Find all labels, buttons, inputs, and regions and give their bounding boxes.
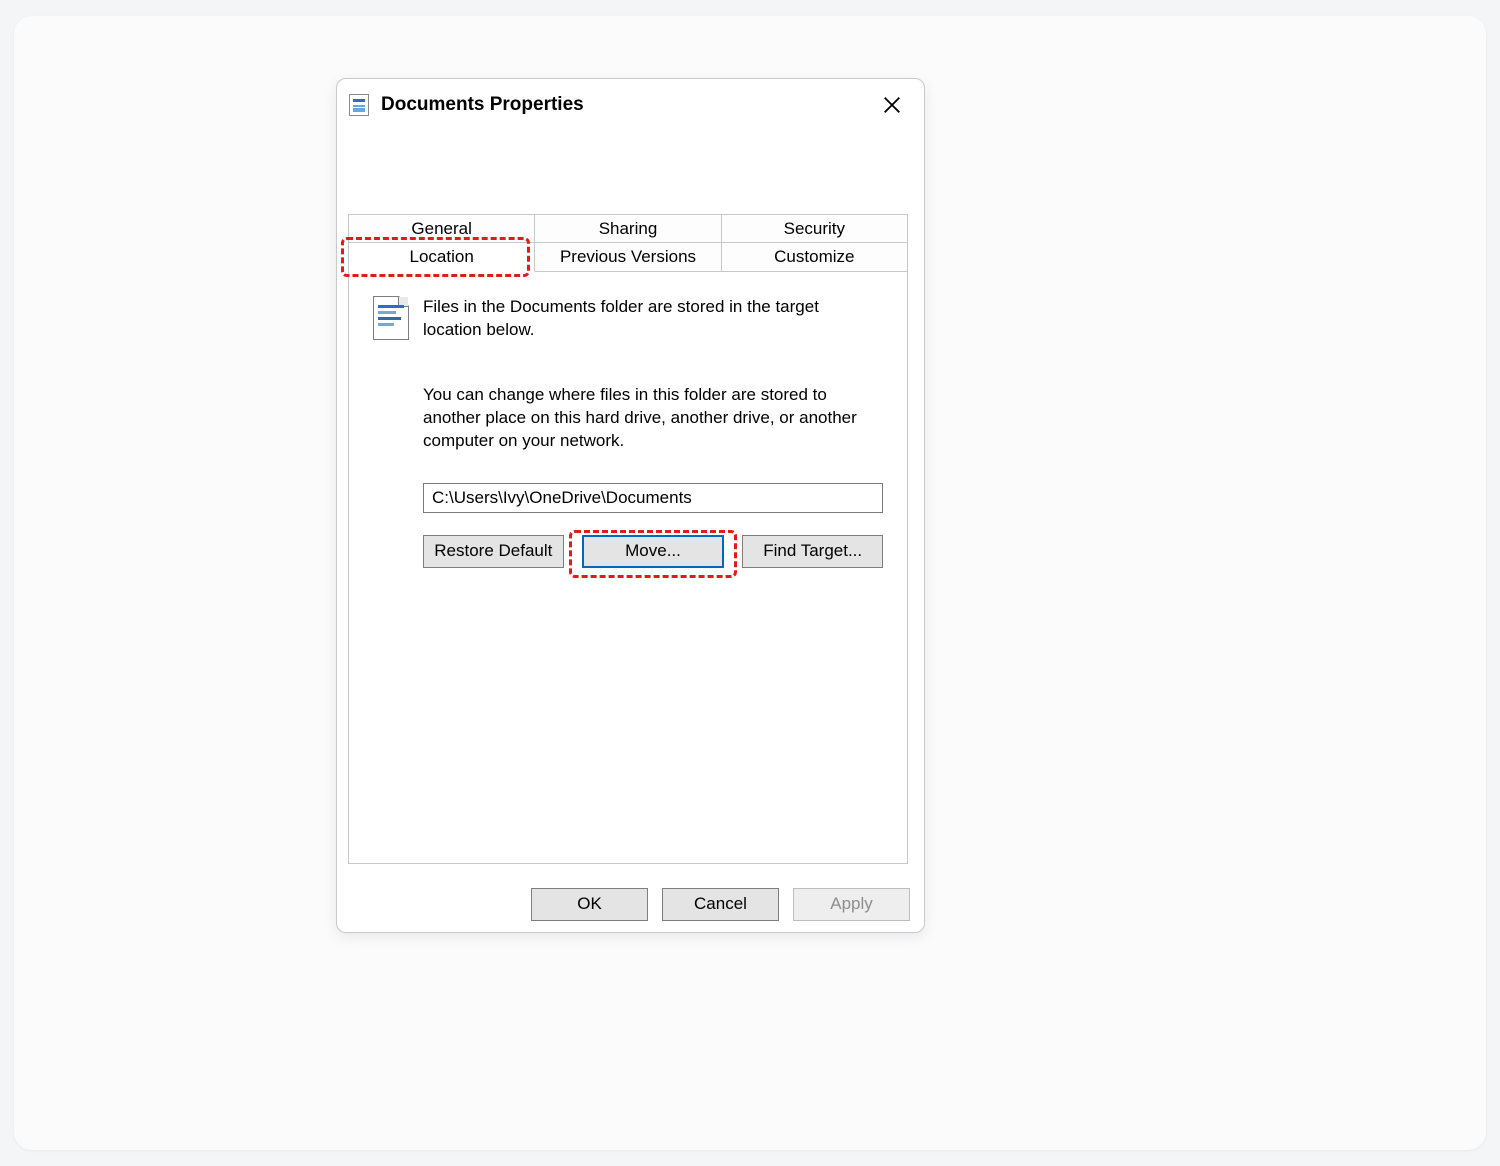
move-button[interactable]: Move... <box>582 535 725 568</box>
close-icon <box>883 96 901 114</box>
tab-sharing[interactable]: Sharing <box>535 214 721 243</box>
document-icon <box>373 296 409 340</box>
restore-default-button[interactable]: Restore Default <box>423 535 564 568</box>
tab-previous-versions[interactable]: Previous Versions <box>535 243 721 272</box>
tab-location[interactable]: Location <box>348 243 535 272</box>
tab-general[interactable]: General <box>348 214 535 243</box>
location-button-row: Restore Default Move... Find Target... <box>423 535 883 568</box>
window-title: Documents Properties <box>381 94 584 116</box>
apply-button: Apply <box>793 888 910 921</box>
document-system-icon <box>349 94 369 116</box>
tab-strip: General Sharing Security Location Previo… <box>348 214 908 272</box>
tab-security[interactable]: Security <box>722 214 908 243</box>
find-target-button[interactable]: Find Target... <box>742 535 883 568</box>
close-button[interactable] <box>872 85 912 125</box>
stage-background: Documents Properties General Sharing Sec… <box>14 16 1486 1150</box>
properties-dialog: Documents Properties General Sharing Sec… <box>336 78 925 933</box>
description-text-1: Files in the Documents folder are stored… <box>423 296 863 342</box>
description-text-2: You can change where files in this folde… <box>423 384 875 453</box>
location-path-value: C:\Users\Ivy\OneDrive\Documents <box>432 488 692 508</box>
tab-panel-location: Files in the Documents folder are stored… <box>348 272 908 864</box>
location-path-input[interactable]: C:\Users\Ivy\OneDrive\Documents <box>423 483 883 513</box>
cancel-button[interactable]: Cancel <box>662 888 779 921</box>
dialog-footer: OK Cancel Apply <box>337 876 924 932</box>
tab-customize[interactable]: Customize <box>722 243 908 272</box>
ok-button[interactable]: OK <box>531 888 648 921</box>
titlebar: Documents Properties <box>337 79 924 131</box>
